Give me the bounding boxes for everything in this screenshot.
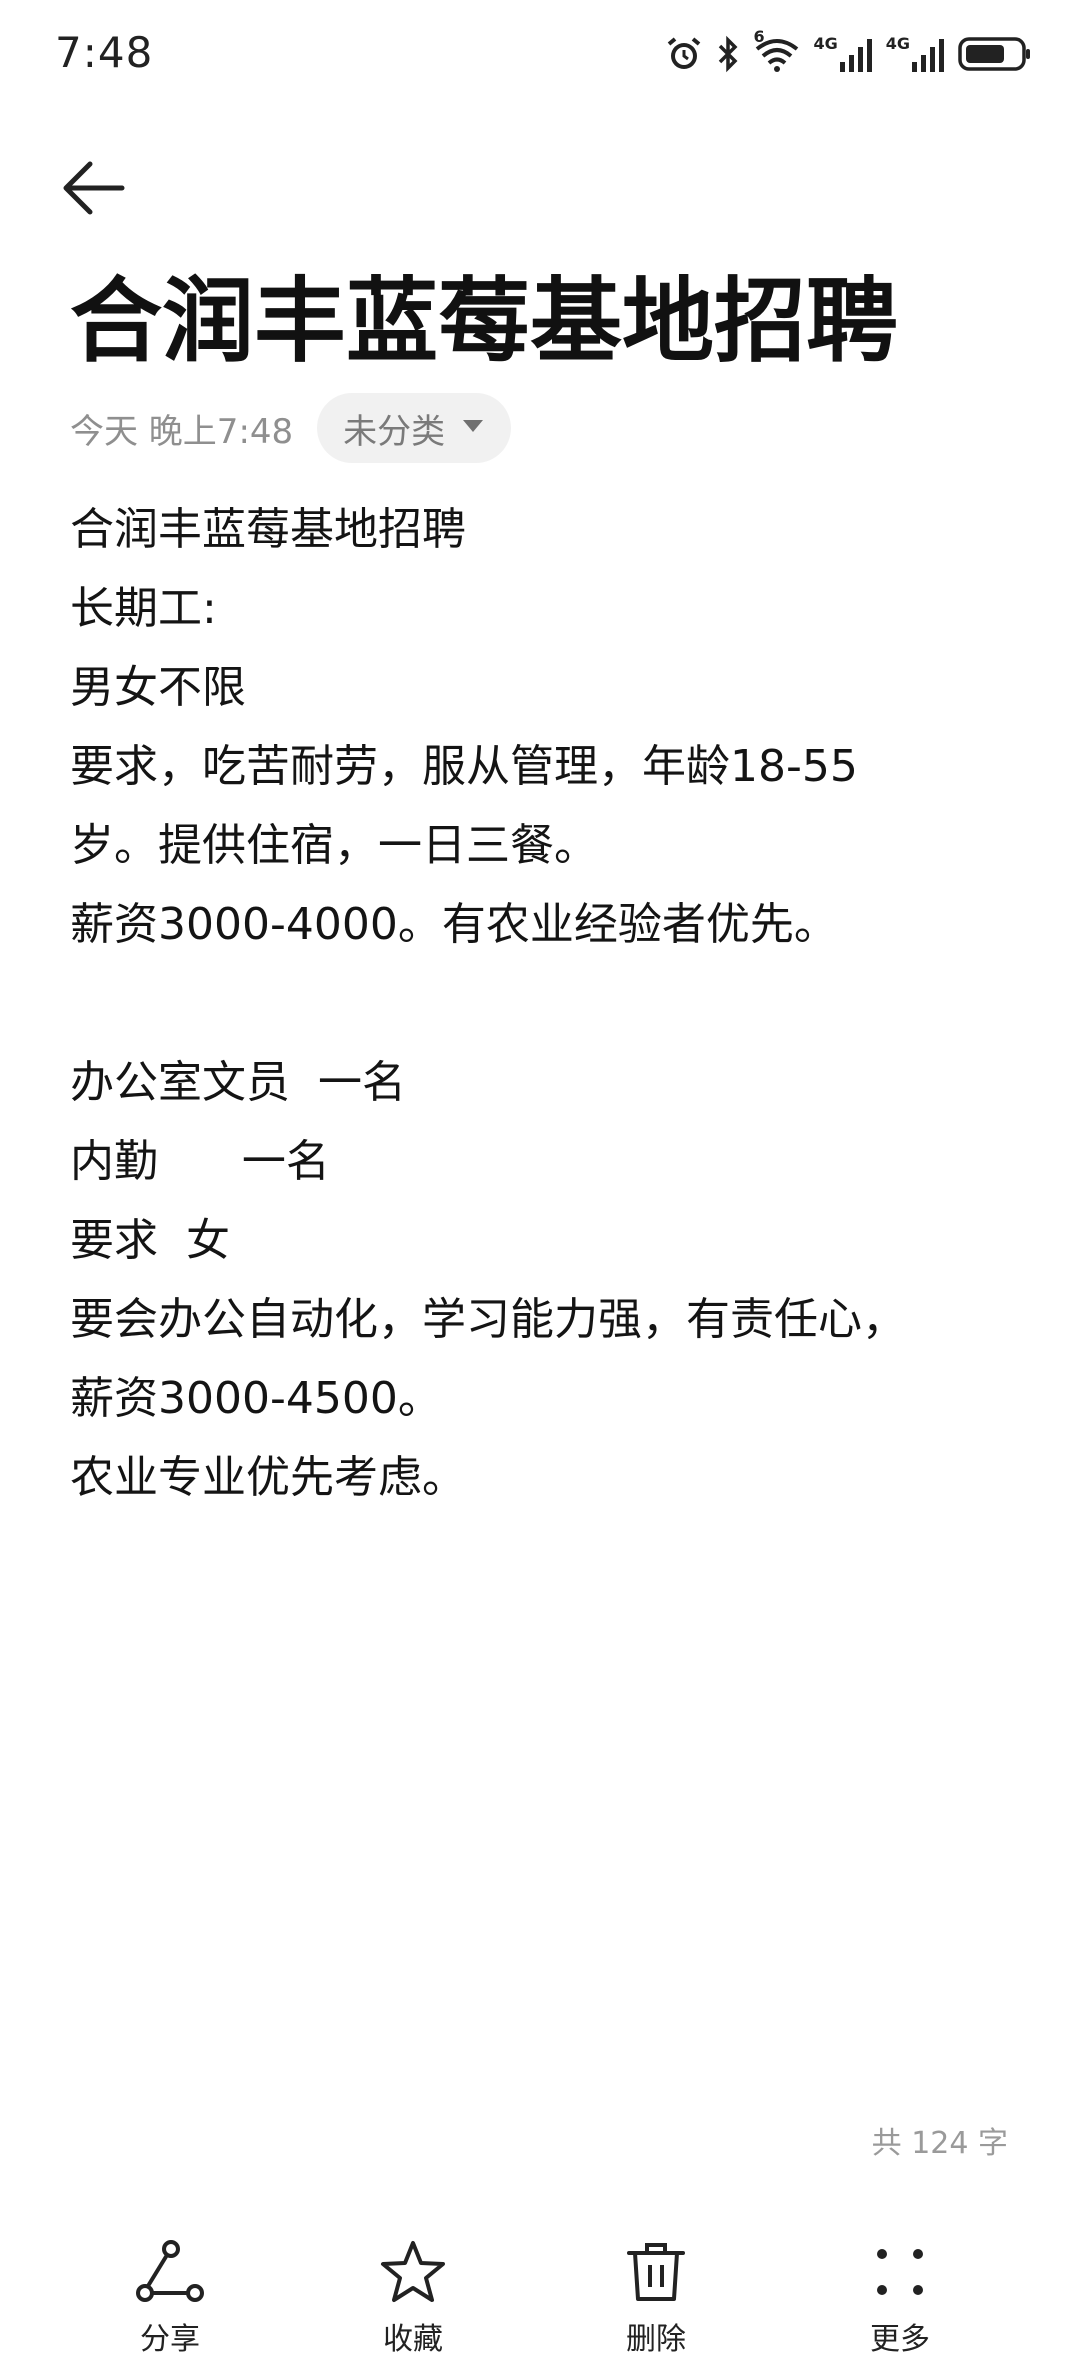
share-button[interactable]: 分享 [90,2238,250,2358]
status-icons: 6 4G 4G [665,27,1032,78]
note-line: 合润丰蓝莓基地招聘 [70,504,466,555]
signal-4g-icon: 4G [813,36,873,72]
note-line: 内勤 一名 [70,1136,330,1187]
arrow-left-icon [60,158,126,222]
battery-icon [958,35,1032,73]
note-date: 今天 晚上7:48 [70,411,294,452]
star-icon [378,2238,448,2306]
category-label: 未分类 [343,411,446,452]
more-button[interactable]: 更多 [820,2238,980,2358]
network-type-label: 4G [885,34,910,53]
more-dots-icon [865,2238,935,2306]
category-dropdown[interactable]: 未分类 [317,393,512,463]
status-time: 7:48 [55,28,154,77]
page-title: 合润丰蓝莓基地招聘 [70,268,899,375]
wifi-badge: 6 [753,27,765,46]
network-type-label: 4G [813,34,838,53]
favorite-label: 收藏 [383,2322,443,2357]
bottom-toolbar: 分享 收藏 删除 更多 [0,2220,1080,2375]
more-label: 更多 [870,2322,930,2357]
back-button[interactable] [60,150,150,230]
trash-icon [621,2238,691,2306]
word-count: 共 124 字 [871,2126,1008,2161]
note-line [70,964,1030,1043]
note-line: 长期工: [70,583,217,634]
share-icon [135,2238,205,2306]
share-label: 分享 [140,2322,200,2357]
signal-4g-icon: 4G [886,36,946,72]
caret-down-icon [461,418,485,438]
meta-row: 今天 晚上7:48 未分类 [70,392,512,464]
note-line: 要求 女 [70,1215,230,1266]
favorite-button[interactable]: 收藏 [333,2238,493,2358]
delete-button[interactable]: 删除 [576,2238,736,2358]
delete-label: 删除 [626,2322,686,2357]
note-line: 薪资3000-4500。 [70,1373,442,1424]
note-line: 要会办公自动化，学习能力强，有责任心， [70,1294,906,1345]
note-line: 岁。提供住宿，一日三餐。 [70,820,598,871]
note-line: 办公室文员 一名 [70,1057,406,1108]
wifi-icon: 6 [753,27,801,73]
status-bar: 7:48 6 4G 4G [0,0,1080,110]
note-body[interactable]: 合润丰蓝莓基地招聘 长期工: 男女不限 要求，吃苦耐劳，服从管理，年龄18-55… [70,490,1030,1517]
note-line: 男女不限 [70,662,246,713]
alarm-icon [665,35,703,73]
note-line: 要求，吃苦耐劳，服从管理，年龄18-55 [70,741,858,792]
note-line: 农业专业优先考虑。 [70,1452,466,1503]
note-line: 薪资3000-4000。有农业经验者优先。 [70,899,838,950]
bluetooth-icon [715,35,741,73]
